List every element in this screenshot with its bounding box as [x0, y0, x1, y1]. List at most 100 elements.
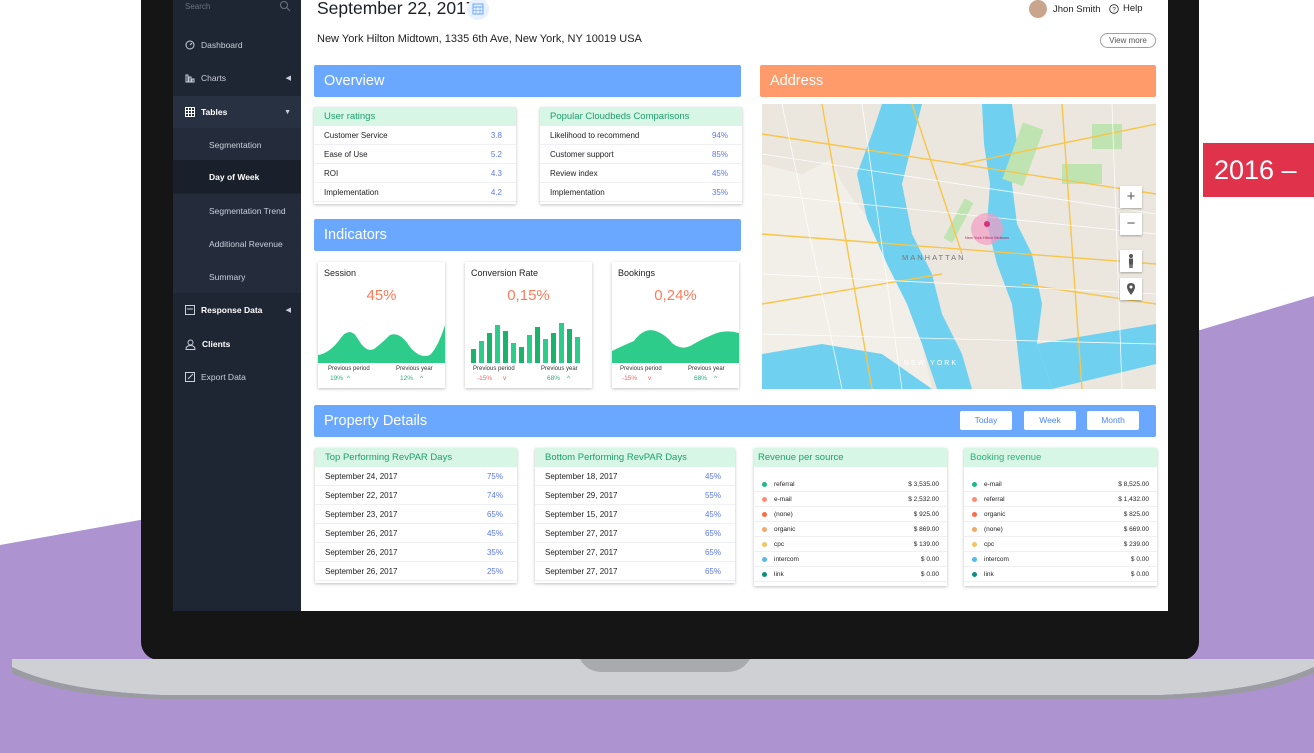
- search-icon[interactable]: [279, 0, 291, 12]
- trend-down-icon: v: [648, 375, 652, 382]
- view-more-button[interactable]: View more: [1100, 33, 1156, 48]
- trend-up-icon: ^: [567, 375, 571, 382]
- chevron-left-icon: ◀: [285, 75, 291, 82]
- sidebar-item-clients[interactable]: Clients: [173, 328, 301, 360]
- session-area-chart: [318, 325, 445, 363]
- sidebar-item-label: Tables: [201, 107, 228, 117]
- list-item: link $ 0.00: [964, 567, 1157, 582]
- calendar-icon: [472, 3, 484, 15]
- sidebar-subitem-day-of-week[interactable]: Day of Week: [173, 160, 301, 193]
- card-title: Top Performing RevPAR Days: [315, 448, 517, 467]
- location-button[interactable]: [1120, 278, 1142, 300]
- map-label-manhattan: MANHATTAN: [902, 253, 966, 262]
- table-row: September 27, 2017 65%: [535, 562, 735, 581]
- sidebar-item-charts[interactable]: Charts ◀: [173, 62, 301, 94]
- list-item: Customer support 85%: [540, 145, 742, 164]
- zoom-in-button[interactable]: +: [1120, 186, 1142, 208]
- page-title: September 22, 2017: [317, 0, 476, 18]
- trend-down-icon: v: [503, 375, 507, 382]
- sidebar-subitem-summary[interactable]: Summary: [173, 260, 301, 293]
- laptop-base: [12, 659, 1314, 699]
- help-link[interactable]: ? Help: [1109, 3, 1143, 14]
- table-row: September 29, 2017 55%: [535, 486, 735, 505]
- list-item: Review index 45%: [540, 164, 742, 183]
- map-label-new-york: NEW YORK: [904, 360, 958, 367]
- help-icon: ?: [1109, 3, 1119, 14]
- sidebar-item-label: Export Data: [201, 372, 246, 382]
- previous-year-label: Previous year: [541, 366, 578, 372]
- previous-year-value: 12%: [400, 375, 414, 382]
- top-revpar-card: Top Performing RevPAR Days September 24,…: [315, 448, 517, 583]
- user-ratings-card: User ratings Customer Service 3.8 Ease of…: [314, 107, 516, 204]
- sidebar-item-label: Response Data: [201, 305, 263, 315]
- sidebar-item-export-data[interactable]: Export Data: [173, 361, 301, 393]
- card-title: User ratings: [314, 107, 516, 126]
- location-pin-icon: [1127, 283, 1135, 295]
- table-row: September 23, 2017 65%: [315, 505, 517, 524]
- trend-up-icon: ^: [420, 375, 424, 382]
- indicator-title: Bookings: [618, 268, 656, 278]
- zoom-out-button[interactable]: −: [1120, 213, 1142, 235]
- list-item: Customer Service 3.8: [314, 126, 516, 145]
- sidebar-subitem-segmentation-trend[interactable]: Segmentation Trend: [173, 194, 301, 227]
- list-item: Implementation 35%: [540, 183, 742, 202]
- bottom-revpar-card: Bottom Performing RevPAR Days September …: [535, 448, 735, 583]
- list-item: referral $ 3,535.00: [754, 477, 947, 492]
- map-pin-label: New York Hilton Midtown: [965, 235, 1009, 240]
- sidebar-subitem-segmentation[interactable]: Segmentation: [173, 128, 301, 161]
- chart-icon: [185, 74, 195, 83]
- sidebar-item-tables[interactable]: Tables ▼: [173, 96, 301, 128]
- map-view[interactable]: New York Hilton Midtown MANHATTAN NEW YO…: [762, 104, 1156, 389]
- avatar: [1029, 0, 1047, 18]
- sidebar-subitem-additional-revenue[interactable]: Additional Revenue: [173, 227, 301, 260]
- revenue-per-source-card: Revenue per source referral $ 3,535.00 e-…: [754, 448, 947, 586]
- list-item: cpc $ 239.00: [964, 537, 1157, 552]
- street-view-button[interactable]: [1120, 250, 1142, 272]
- promo-stage: 2016 – Search Dashboard Charts ◀ Tables …: [0, 0, 1314, 753]
- comparisons-card: Popular Cloudbeds Comparisons Likelihood…: [540, 107, 742, 204]
- search-placeholder: Search: [185, 2, 211, 11]
- list-item: (none) $ 925.00: [754, 507, 947, 522]
- table-row: September 26, 2017 25%: [315, 562, 517, 581]
- help-label: Help: [1123, 3, 1143, 14]
- trend-up-icon: ^: [714, 375, 718, 382]
- calendar-button[interactable]: [467, 0, 489, 20]
- address-header: Address: [760, 65, 1156, 97]
- month-button[interactable]: Month: [1087, 411, 1139, 430]
- indicator-title: Session: [324, 268, 357, 278]
- list-item: intercom $ 0.00: [754, 552, 947, 567]
- sidebar-item-response-data[interactable]: Response Data ◀: [173, 294, 301, 326]
- list-item: Likelihood to recommend 94%: [540, 126, 742, 145]
- svg-text:?: ?: [1112, 6, 1116, 13]
- table-icon: [185, 107, 195, 117]
- sidebar-item-label: Clients: [202, 339, 231, 349]
- list-item: e-mail $ 2,532.00: [754, 492, 947, 507]
- sidebar-item-label: Dashboard: [201, 40, 243, 50]
- list-item: referral $ 1,432.00: [964, 492, 1157, 507]
- list-item: ROI 4.3: [314, 164, 516, 183]
- list-item: organic $ 825.00: [964, 507, 1157, 522]
- indicator-title: Conversion Rate: [471, 268, 539, 278]
- sidebar-search[interactable]: Search: [173, 0, 301, 18]
- table-row: September 24, 2017 75%: [315, 467, 517, 486]
- app-screen: Search Dashboard Charts ◀ Tables ▼ Segme…: [173, 0, 1168, 611]
- sidebar-item-dashboard[interactable]: Dashboard: [173, 29, 301, 61]
- week-button[interactable]: Week: [1024, 411, 1076, 430]
- table-row: September 26, 2017 35%: [315, 543, 517, 562]
- list-item: link $ 0.00: [754, 567, 947, 582]
- response-icon: [185, 305, 195, 315]
- table-row: September 27, 2017 65%: [535, 543, 735, 562]
- previous-period-label: Previous period: [328, 366, 370, 372]
- table-row: September 15, 2017 45%: [535, 505, 735, 524]
- today-button[interactable]: Today: [960, 411, 1012, 430]
- card-title: Booking revenue: [964, 448, 1157, 467]
- year-tag: 2016 –: [1203, 143, 1314, 197]
- user-menu[interactable]: Jhon Smith: [1029, 0, 1101, 18]
- card-title: Bottom Performing RevPAR Days: [535, 448, 735, 467]
- chevron-left-icon: ◀: [285, 307, 291, 314]
- sidebar: Search Dashboard Charts ◀ Tables ▼ Segme…: [173, 0, 301, 611]
- previous-year-label: Previous year: [688, 366, 725, 372]
- user-icon: [185, 339, 196, 350]
- indicator-value: 0,24%: [654, 287, 697, 304]
- previous-year-value: 68%: [694, 375, 708, 382]
